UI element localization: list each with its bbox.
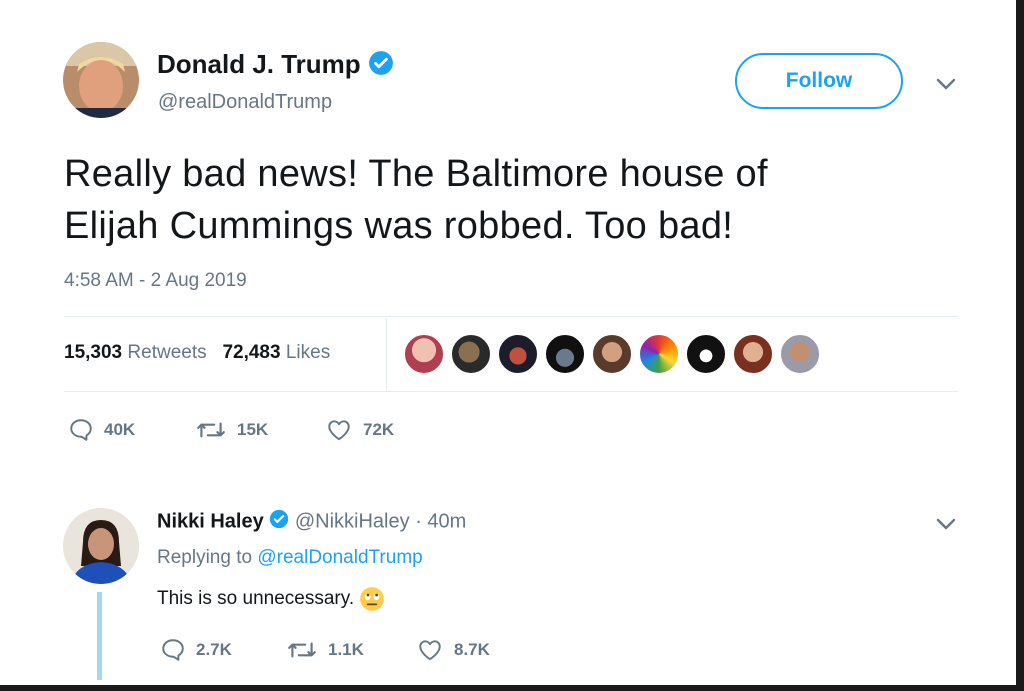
reply-reply-count: 2.7K xyxy=(196,640,232,659)
retweet-icon xyxy=(288,642,316,658)
retweet-action[interactable]: 15K xyxy=(195,417,268,443)
divider xyxy=(64,316,958,317)
verified-badge-icon xyxy=(368,50,394,83)
divider xyxy=(64,391,958,392)
author-name-text[interactable]: Donald J. Trump xyxy=(157,49,361,79)
frame-edge-bottom xyxy=(0,685,1024,691)
tweet-stats: 15,303 Retweets 72,483 Likes xyxy=(64,342,330,364)
tweet-text-line-2: Elijah Cummings was robbed. Too bad! xyxy=(64,205,734,247)
chevron-down-icon[interactable] xyxy=(935,77,957,91)
reply-action[interactable]: 40K xyxy=(68,417,135,443)
reply-icon xyxy=(162,639,184,661)
reply-age[interactable]: · 40m xyxy=(415,510,466,532)
tweet-text-line-1: Really bad news! The Baltimore house of xyxy=(64,153,768,195)
author-avatar[interactable] xyxy=(63,42,139,118)
reply-count: 40K xyxy=(104,420,136,439)
reply-author-avatar[interactable] xyxy=(63,508,139,584)
liker-avatar[interactable] xyxy=(404,334,444,374)
replying-prefix: Replying to xyxy=(157,547,253,568)
retweet-stat-label: Retweets xyxy=(127,342,207,363)
liker-avatar[interactable] xyxy=(780,334,820,374)
replying-to-link[interactable]: @realDonaldTrump xyxy=(257,547,422,568)
retweet-count: 15,303 xyxy=(64,342,123,363)
verified-badge-icon xyxy=(269,509,289,535)
like-stat[interactable]: 72,483 Likes xyxy=(222,342,330,363)
retweet-count: 15K xyxy=(237,420,269,439)
replying-to: Replying to @realDonaldTrump xyxy=(157,547,423,569)
reply-author-handle[interactable]: @NikkiHaley xyxy=(295,510,410,532)
thread-line xyxy=(97,592,102,680)
liker-avatar[interactable] xyxy=(639,334,679,374)
reply-author-name[interactable]: Nikki Haley xyxy=(157,510,264,532)
reply-retweet-action[interactable]: 1.1K xyxy=(286,637,364,663)
liker-avatar[interactable] xyxy=(498,334,538,374)
like-stat-label: Likes xyxy=(285,342,331,363)
liker-avatar[interactable] xyxy=(592,334,632,374)
tweet-text: Really bad news! The Baltimore house of … xyxy=(64,148,964,252)
heart-icon xyxy=(328,420,350,441)
reply-text-content: This is so unnecessary. xyxy=(157,588,355,610)
eye-roll-emoji-icon xyxy=(359,587,385,611)
frame-edge-right xyxy=(1016,0,1024,691)
retweet-stat[interactable]: 15,303 Retweets xyxy=(64,342,207,363)
reply-reply-action[interactable]: 2.7K xyxy=(160,637,232,663)
liker-avatar[interactable] xyxy=(733,334,773,374)
reply-like-action[interactable]: 8.7K xyxy=(416,637,490,663)
like-action[interactable]: 72K xyxy=(325,417,394,443)
like-count-action: 72K xyxy=(363,420,395,439)
reply-text: This is so unnecessary. xyxy=(157,586,385,612)
reply-like-count: 8.7K xyxy=(454,640,490,659)
follow-button[interactable]: Follow xyxy=(735,53,903,109)
chevron-down-icon[interactable] xyxy=(935,517,957,531)
stats-divider xyxy=(386,318,387,392)
liker-avatar[interactable] xyxy=(686,334,726,374)
tweet-timestamp[interactable]: 4:58 AM - 2 Aug 2019 xyxy=(64,270,247,292)
reply-author[interactable]: Nikki Haley @NikkiHaley · 40m xyxy=(157,509,466,535)
like-count: 72,483 xyxy=(222,342,281,363)
reply-icon xyxy=(70,419,92,441)
liker-avatar[interactable] xyxy=(451,334,491,374)
reply-retweet-count: 1.1K xyxy=(328,640,364,659)
heart-icon xyxy=(419,640,441,661)
author-handle[interactable]: @realDonaldTrump xyxy=(158,91,332,114)
liker-avatar[interactable] xyxy=(545,334,585,374)
retweet-icon xyxy=(197,422,225,438)
author-name[interactable]: Donald J. Trump xyxy=(157,49,394,83)
